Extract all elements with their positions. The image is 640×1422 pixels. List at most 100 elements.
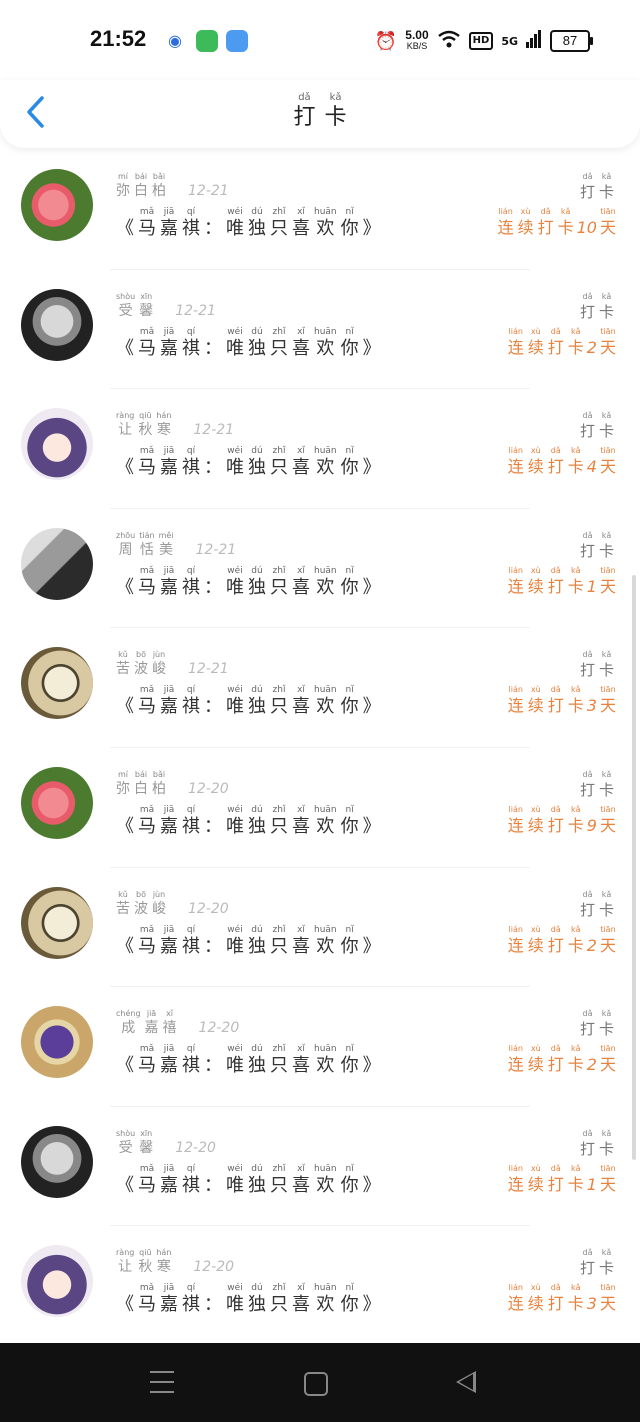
ruby-char: jiā 嘉 bbox=[160, 1044, 178, 1077]
song-open-bracket: 《 bbox=[116, 576, 134, 598]
ruby-char: jiā 嘉 bbox=[160, 924, 178, 957]
ruby-char: dú 独 bbox=[248, 326, 266, 359]
ruby-char: dǎ 打 bbox=[579, 411, 595, 441]
ruby-char: qí 祺 bbox=[182, 565, 200, 598]
user-name: ràng 让 qiū 秋 hán 寒 12-21 bbox=[114, 411, 234, 439]
ruby-char: dǎ 打 bbox=[547, 685, 564, 716]
checkin-label[interactable]: dǎ 打 kǎ 卡 bbox=[578, 172, 616, 202]
checkin-label[interactable]: dǎ 打 kǎ 卡 bbox=[578, 1248, 616, 1278]
clock-avatar[interactable] bbox=[21, 886, 93, 959]
checkin-label[interactable]: dǎ 打 kǎ 卡 bbox=[578, 650, 616, 680]
ruby-char: dǎ 打 bbox=[579, 650, 595, 680]
man-avatar[interactable] bbox=[21, 1125, 93, 1198]
user-name: ràng 让 qiū 秋 hán 寒 12-20 bbox=[114, 1248, 234, 1276]
song-title: 《 mǎ 马 jiā 嘉 qí 祺： wéi 唯 dú 独 zhǐ 只 xǐ 喜 huān 欢 nǐ 你》 bbox=[114, 924, 383, 958]
girl-avatar[interactable] bbox=[21, 1245, 93, 1318]
ruby-char: dǎ 打 bbox=[547, 446, 564, 477]
clock-avatar[interactable] bbox=[21, 647, 93, 720]
song-title: 《 mǎ 马 jiā 嘉 qí 祺： wéi 唯 dú 独 zhǐ 只 xǐ 喜 huān 欢 nǐ 你》 bbox=[114, 1282, 383, 1316]
song-open-bracket: 《 bbox=[116, 337, 134, 359]
ruby-char: huān 欢 bbox=[314, 207, 337, 239]
song-title: 《 mǎ 马 jiā 嘉 qí 祺： wéi 唯 dú 独 zhǐ 只 xǐ 喜 huān 欢 nǐ 你》 bbox=[114, 326, 383, 360]
ruby-char: kǎ 卡 bbox=[567, 326, 584, 357]
man-avatar[interactable] bbox=[21, 288, 93, 361]
ruby-char: xù 续 bbox=[527, 1163, 544, 1194]
ruby-char: zhǐ 只 bbox=[270, 446, 288, 479]
ruby-char: dǎ 打 bbox=[579, 530, 595, 560]
checkin-label[interactable]: dǎ 打 kǎ 卡 bbox=[578, 890, 616, 920]
song-close-bracket: 》 bbox=[362, 576, 381, 598]
ruby-char: zhōu 周 bbox=[116, 530, 136, 558]
checkin-label[interactable]: dǎ 打 kǎ 卡 bbox=[578, 1009, 616, 1039]
user-name: shòu 受 xīn 馨 12-21 bbox=[114, 292, 216, 320]
ruby-char: qí 祺 bbox=[182, 446, 200, 479]
hd-badge: HD bbox=[468, 32, 494, 50]
list-item[interactable]: shòu 受 xīn 馨 12-20 《 mǎ 马 jiā 嘉 qí 祺： wéi 唯 dú 独 zhǐ 只 xǐ… bbox=[0, 1107, 640, 1227]
ruby-char: qí 祺 bbox=[182, 685, 200, 718]
ruby-char: kǎ 卡 bbox=[567, 685, 584, 716]
checkin-label[interactable]: dǎ 打 kǎ 卡 bbox=[578, 411, 616, 441]
scrollbar[interactable] bbox=[632, 575, 636, 1160]
ruby-char: kǎ 卡 bbox=[598, 291, 614, 321]
flower-avatar[interactable] bbox=[21, 766, 93, 839]
ruby-char: lián 连 bbox=[507, 1283, 524, 1314]
song-open-bracket: 《 bbox=[116, 218, 134, 239]
flower-avatar[interactable] bbox=[21, 169, 93, 241]
list-item[interactable]: kǔ 苦 bō 波 jùn 峻 12-21 《 mǎ 马 jiā 嘉 qí 祺： wéi 唯 dú 独 zhǐ 只 x… bbox=[0, 628, 640, 748]
ruby-char: kǎ 卡 bbox=[598, 172, 614, 201]
network-speed: 5.00 KB/S bbox=[405, 29, 428, 52]
streak-label: lián 连 xù 续 dǎ 打 kǎ 卡 3 tiān 天 bbox=[506, 1282, 618, 1314]
home-button[interactable] bbox=[304, 1372, 328, 1396]
list-item[interactable]: mí 弥 bái 白 bǎi 柏 12-21 《 mǎ 马 jiā 嘉 qí 祺： wéi 唯 dú 独 zhǐ 只… bbox=[0, 150, 640, 270]
ruby-char: dǎ 打 bbox=[547, 326, 564, 357]
list-item[interactable]: mí 弥 bái 白 bǎi 柏 12-20 《 mǎ 马 jiā 嘉 qí 祺： wéi 唯 dú 独 zhǐ 只… bbox=[0, 748, 640, 868]
checkin-label[interactable]: dǎ 打 kǎ 卡 bbox=[578, 292, 616, 322]
ruby-char: xù 续 bbox=[527, 326, 544, 357]
ruby-char: kǎ 卡 bbox=[598, 1248, 614, 1278]
ruby-char: mǎ 马 bbox=[138, 446, 156, 479]
checkin-label[interactable]: dǎ 打 kǎ 卡 bbox=[578, 1129, 616, 1159]
ruby-char: kǎ 卡 bbox=[598, 530, 614, 560]
list-item[interactable]: ràng 让 qiū 秋 hán 寒 12-21 《 mǎ 马 jiā 嘉 qí 祺： wéi 唯 dú 独 zh… bbox=[0, 389, 640, 509]
list-item[interactable]: chéng 成 jiā 嘉 xǐ 禧 12-20 《 mǎ 马 jiā 嘉 qí 祺： wéi 唯 dú 独 zh… bbox=[0, 987, 640, 1107]
song-close-bracket: 》 bbox=[362, 696, 381, 718]
ruby-char: ràng 让 bbox=[116, 411, 135, 439]
checkin-date: 12-20 bbox=[188, 780, 229, 797]
ruby-char: xīn 馨 bbox=[139, 291, 154, 319]
ruby-char: huān 欢 bbox=[314, 924, 337, 957]
title-char: dǎ 打 bbox=[293, 92, 316, 130]
list-item[interactable]: shòu 受 xīn 馨 12-21 《 mǎ 马 jiā 嘉 qí 祺： wéi 唯 dú 独 zhǐ 只 xǐ… bbox=[0, 270, 640, 390]
hand-avatar[interactable] bbox=[21, 527, 93, 600]
list-item[interactable]: zhōu 周 tián 恬 měi 美 12-21 《 mǎ 马 jiā 嘉 qí 祺： wéi 唯 dú 独 z… bbox=[0, 509, 640, 629]
alarm-icon: ⏰ bbox=[374, 30, 398, 52]
ruby-char: nǐ 你 bbox=[340, 446, 359, 479]
ruby-char: wéi 唯 bbox=[226, 326, 244, 359]
ruby-char: dú 独 bbox=[248, 1044, 266, 1077]
ruby-char: tián 恬 bbox=[139, 530, 155, 558]
system-nav-bar bbox=[0, 1343, 640, 1422]
song-title: 《 mǎ 马 jiā 嘉 qí 祺： wéi 唯 dú 独 zhǐ 只 xǐ 喜 huān 欢 nǐ 你》 bbox=[114, 804, 383, 838]
list-item[interactable]: kǔ 苦 bō 波 jùn 峻 12-20 《 mǎ 马 jiā 嘉 qí 祺： wéi 唯 dú 独 zhǐ 只 x… bbox=[0, 868, 640, 988]
knight-avatar[interactable] bbox=[21, 1006, 93, 1079]
ruby-char: zhǐ 只 bbox=[270, 685, 288, 718]
song-close-bracket: 》 bbox=[362, 1174, 381, 1196]
ruby-char: nǐ 你 bbox=[340, 804, 359, 837]
song-close-bracket: 》 bbox=[362, 337, 381, 359]
list-item[interactable]: ràng 让 qiū 秋 hán 寒 12-20 《 mǎ 马 jiā 嘉 qí 祺： wéi 唯 dú 独 zh… bbox=[0, 1226, 640, 1346]
ruby-char: tiān 天 bbox=[599, 326, 616, 357]
song-open-bracket: 《 bbox=[116, 696, 134, 718]
ruby-char: lián 连 bbox=[497, 207, 514, 237]
ruby-char: lián 连 bbox=[507, 326, 524, 357]
ruby-char: mǎ 马 bbox=[138, 685, 156, 718]
ruby-char: lián 连 bbox=[507, 1044, 524, 1075]
nav-back-button[interactable] bbox=[456, 1371, 476, 1393]
ruby-char: dǎ 打 bbox=[537, 207, 554, 237]
checkin-label[interactable]: dǎ 打 kǎ 卡 bbox=[578, 770, 616, 800]
girl-avatar[interactable] bbox=[21, 408, 93, 481]
checkin-list[interactable]: mí 弥 bái 白 bǎi 柏 12-21 《 mǎ 马 jiā 嘉 qí 祺： wéi 唯 dú 独 zhǐ 只… bbox=[0, 150, 640, 1346]
checkin-label[interactable]: dǎ 打 kǎ 卡 bbox=[578, 531, 616, 561]
recent-apps-button[interactable] bbox=[150, 1371, 174, 1393]
song-colon: ： bbox=[204, 696, 222, 718]
ruby-char: jiā 嘉 bbox=[160, 446, 178, 479]
checkin-date: 12-20 bbox=[175, 1139, 216, 1156]
